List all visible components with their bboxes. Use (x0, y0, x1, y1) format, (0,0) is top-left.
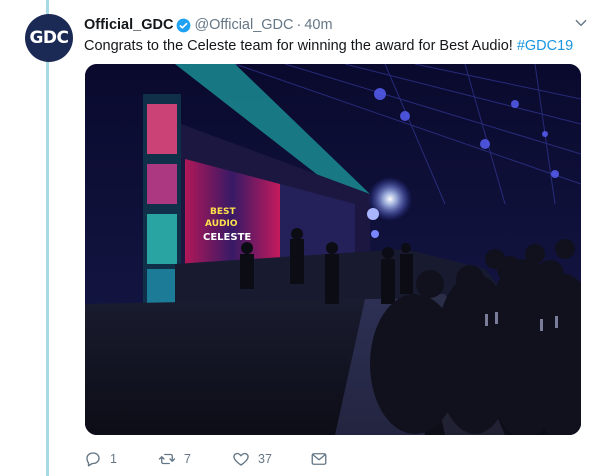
award-stage-photo: BEST AUDIO CELESTE (85, 64, 581, 435)
tweet-text: Congrats to the Celeste team for winning… (84, 36, 584, 56)
envelope-icon (311, 453, 327, 465)
tweet-actions: 1 7 37 (84, 450, 374, 468)
retweet-button[interactable]: 7 (158, 450, 194, 468)
avatar-logo-text: GDC (29, 28, 69, 48)
like-count: 37 (258, 452, 272, 466)
reply-icon (86, 452, 100, 467)
screen-line1: BEST (210, 207, 236, 217)
reply-button[interactable]: 1 (84, 450, 120, 468)
reply-count: 1 (110, 452, 117, 466)
heart-icon (233, 452, 249, 466)
screen-line2: AUDIO (205, 219, 238, 229)
author-handle[interactable]: @Official_GDC (194, 17, 293, 33)
retweet-icon (158, 453, 176, 465)
header-separator: · (296, 17, 302, 33)
verified-badge-icon (177, 18, 191, 32)
chevron-down-icon[interactable] (574, 16, 588, 30)
tweet-photo[interactable]: BEST AUDIO CELESTE (85, 64, 581, 435)
tweet-header: Official_GDC @Official_GDC · 40m (84, 15, 590, 35)
direct-message-button[interactable] (310, 450, 336, 468)
screen-line3: CELESTE (203, 232, 251, 243)
like-button[interactable]: 37 (232, 450, 272, 468)
retweet-count: 7 (184, 452, 191, 466)
avatar[interactable]: GDC (25, 14, 73, 62)
tweet-timestamp[interactable]: 40m (304, 17, 332, 33)
author-name[interactable]: Official_GDC (84, 17, 173, 33)
tweet-body: Congrats to the Celeste team for winning… (84, 38, 517, 54)
hashtag-link[interactable]: #GDC19 (517, 38, 573, 54)
thread-line (46, 0, 49, 476)
